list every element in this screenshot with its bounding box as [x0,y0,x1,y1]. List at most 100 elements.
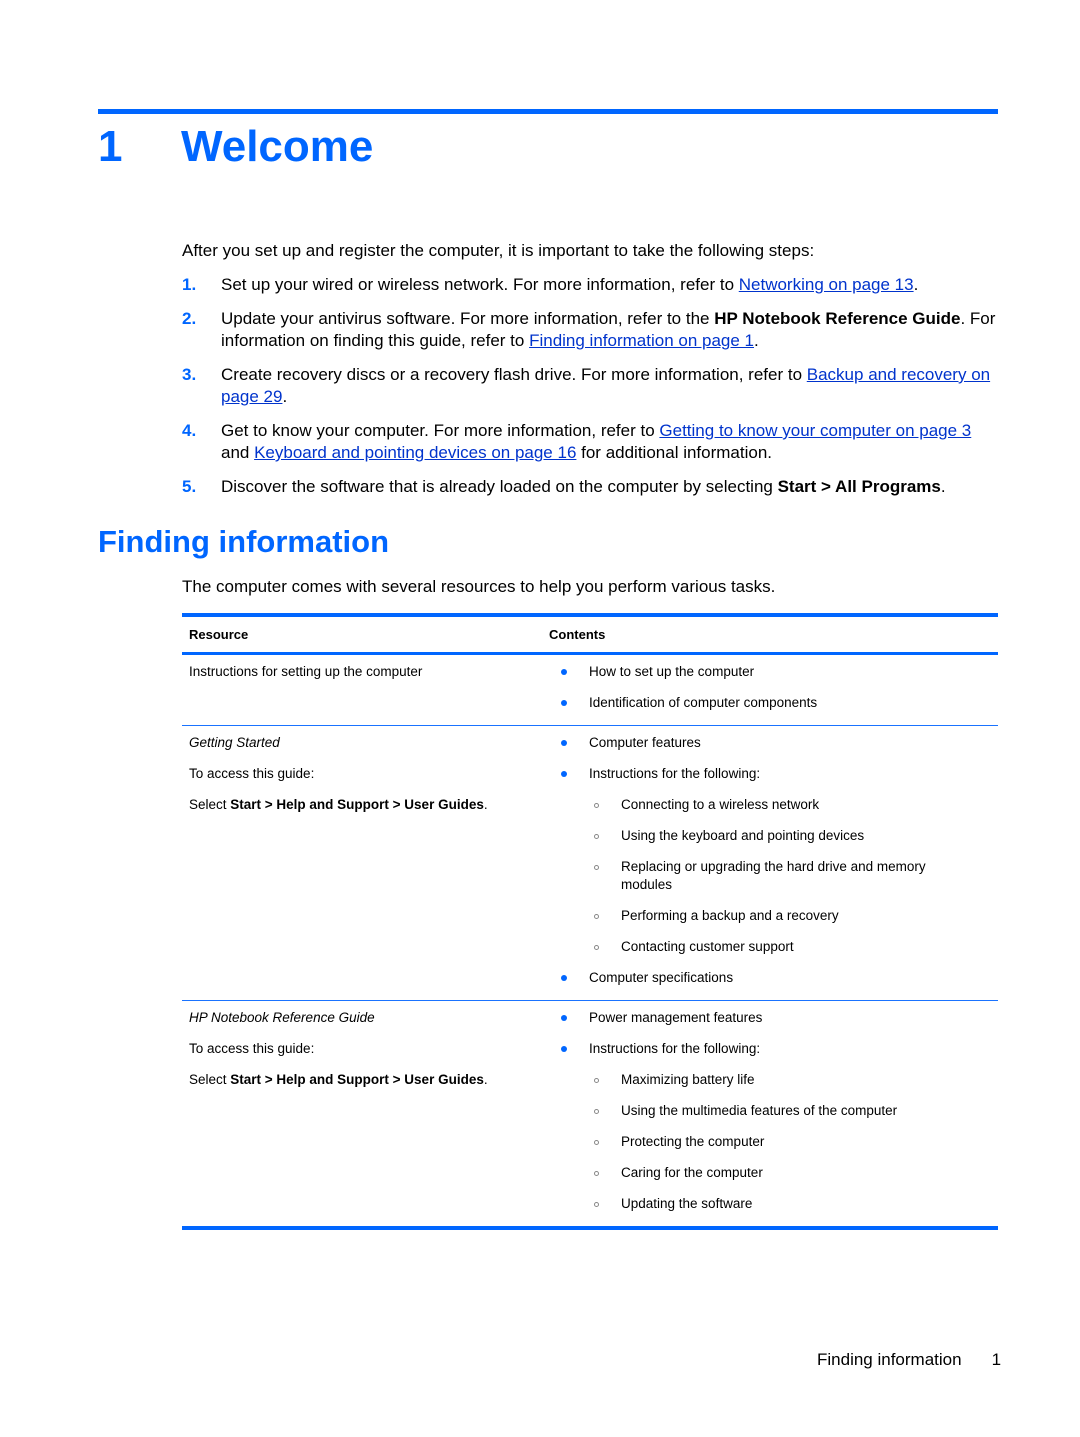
step-item: 4. Get to know your computer. For more i… [182,420,1002,464]
contents-cell: How to set up the computer Identificatio… [549,663,998,725]
item-text: Contacting customer support [621,939,794,954]
resources-table: Resource Contents Instructions for setti… [182,613,998,1230]
step-text: . [282,387,288,406]
step-number: 5. [182,477,197,496]
list-subitem: Updating the software [549,1195,998,1213]
step-number: 4. [182,421,197,440]
resource-title: Getting Started [189,735,280,750]
bullet-icon [561,771,567,777]
list-subitem: Connecting to a wireless network [549,796,998,814]
list-subitem: Protecting the computer [549,1133,998,1151]
section-title: Finding information [98,524,390,559]
chapter-number: 1 [98,122,123,171]
bullet-icon [561,1015,567,1021]
table-bottom-rule [182,1226,998,1230]
circle-bullet-icon [594,1109,599,1114]
resource-title: HP Notebook Reference Guide [189,1010,375,1025]
page-number: 1 [991,1350,1002,1369]
list-subitem: Replacing or upgrading the hard drive an… [549,858,998,894]
footer-section: Finding information [817,1350,962,1369]
step-text: Get to know your computer. For more info… [221,421,660,440]
chapter-rule [98,109,998,114]
circle-bullet-icon [594,803,599,808]
item-text: Protecting the computer [621,1134,765,1149]
chapter-title: 1 Welcome [98,120,373,174]
item-text: Performing a backup and a recovery [621,908,839,923]
menu-path: Start > Help and Support > User Guides [230,1072,484,1087]
list-item: Power management features [549,1009,998,1027]
step-text: . [754,331,759,350]
keyboard-pointing-link[interactable]: Keyboard and pointing devices on page 16 [254,443,576,462]
step-item: 5. Discover the software that is already… [182,476,1002,498]
table-row: HP Notebook Reference Guide To access th… [182,1001,998,1226]
list-subitem: Contacting customer support [549,938,998,956]
item-text: How to set up the computer [589,664,755,679]
item-text: Instructions for the following: [589,1041,761,1056]
bullet-icon [561,669,567,675]
step-item: 2. Update your antivirus software. For m… [182,308,1002,352]
header-resource: Resource [189,627,249,642]
table-row: Getting Started To access this guide: Se… [182,726,998,1000]
list-subitem: Using the multimedia features of the com… [549,1102,998,1120]
item-text: Power management features [589,1010,763,1025]
step-text: Update your antivirus software. For more… [221,309,715,328]
select-suffix: . [483,1072,488,1087]
getting-to-know-link[interactable]: Getting to know your computer on page 3 [659,421,971,440]
step-number: 2. [182,309,197,328]
select-prefix: Select [189,797,231,812]
circle-bullet-icon [594,914,599,919]
networking-link[interactable]: Networking on page 13 [739,275,914,294]
finding-information-link[interactable]: Finding information on page 1 [529,331,754,350]
list-item: Computer features [549,734,998,752]
bullet-icon [561,740,567,746]
page-footer: Finding information 1 [817,1349,1001,1371]
item-text: Connecting to a wireless network [621,797,820,812]
resource-cell: Getting Started To access this guide: Se… [182,734,549,1000]
resource-access: To access this guide: [189,766,315,781]
step-item: 1. Set up your wired or wireless network… [182,274,1002,296]
item-text: Using the multimedia features of the com… [621,1103,898,1118]
select-suffix: . [483,797,488,812]
item-text: Computer specifications [589,970,734,985]
item-text: Replacing or upgrading the hard drive an… [621,859,926,892]
list-subitem: Performing a backup and a recovery [549,907,998,925]
resource-title: Instructions for setting up the computer [189,664,423,679]
item-text: Updating the software [621,1196,753,1211]
list-item: Instructions for the following: [549,1040,998,1058]
item-text: Caring for the computer [621,1165,763,1180]
chapter-title-text: Welcome [181,122,374,171]
bullet-icon [561,700,567,706]
contents-cell: Computer features Instructions for the f… [549,734,998,1000]
bullet-icon [561,1046,567,1052]
contents-list: Computer features Instructions for the f… [549,734,998,987]
item-text: Instructions for the following: [589,766,761,781]
item-text: Maximizing battery life [621,1072,755,1087]
intro-text: After you set up and register the comput… [182,241,815,260]
step-text: Create recovery discs or a recovery flas… [221,365,807,384]
circle-bullet-icon [594,834,599,839]
item-text: Identification of computer components [589,695,818,710]
menu-path: Start > All Programs [777,477,941,496]
circle-bullet-icon [594,945,599,950]
bullet-icon [561,975,567,981]
step-number: 3. [182,365,197,384]
resource-select: Select Start > Help and Support > User G… [189,796,549,814]
list-item: Computer specifications [549,969,998,987]
menu-path: Start > Help and Support > User Guides [230,797,484,812]
resource-cell: HP Notebook Reference Guide To access th… [182,1009,549,1226]
step-item: 3. Create recovery discs or a recovery f… [182,364,1002,408]
step-text: Discover the software that is already lo… [221,477,778,496]
circle-bullet-icon [594,1140,599,1145]
guide-name: HP Notebook Reference Guide [714,309,961,328]
step-text: . [940,477,946,496]
step-text: . [913,275,919,294]
resource-select: Select Start > Help and Support > User G… [189,1071,549,1089]
circle-bullet-icon [594,865,599,870]
list-item: How to set up the computer [549,663,998,681]
list-item: Instructions for the following: [549,765,998,783]
step-text: and [221,443,255,462]
section-intro: The computer comes with several resource… [182,577,776,596]
item-text: Computer features [589,735,701,750]
table-row: Instructions for setting up the computer… [182,655,998,725]
contents-list: Power management features Instructions f… [549,1009,998,1213]
